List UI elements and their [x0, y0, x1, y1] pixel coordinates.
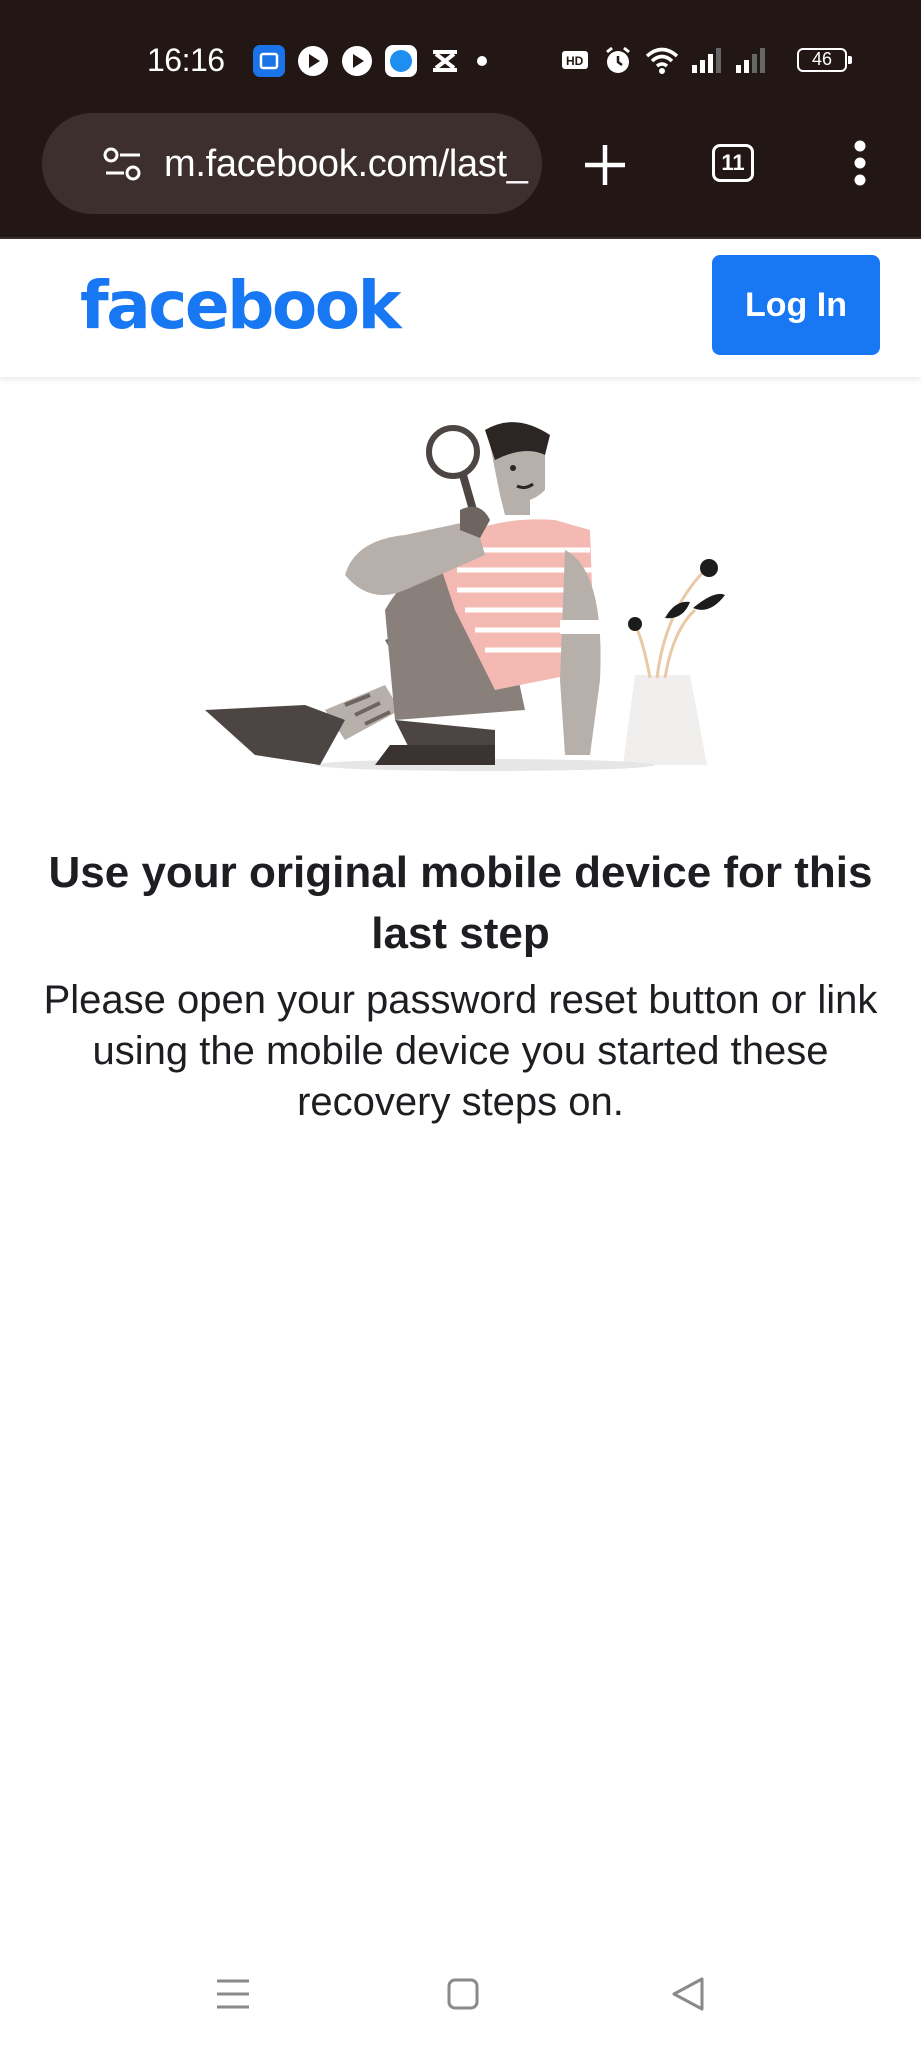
recents-icon[interactable] — [215, 1975, 251, 2015]
capcut-icon — [433, 50, 457, 72]
svg-text:HD: HD — [566, 54, 584, 68]
wifi-icon — [645, 47, 679, 74]
back-icon[interactable] — [670, 1975, 706, 2015]
play-icon — [342, 46, 372, 76]
more-options-icon[interactable] — [852, 138, 868, 188]
dot-icon — [477, 56, 487, 66]
new-tab-icon[interactable] — [580, 140, 630, 190]
play-icon — [298, 46, 328, 76]
flashcard-app-icon — [253, 45, 285, 77]
signal-icon — [736, 48, 765, 73]
login-button[interactable]: Log In — [712, 255, 880, 355]
messenger-icon — [385, 45, 417, 77]
address-bar[interactable]: m.facebook.com/last_ — [42, 113, 542, 214]
site-settings-icon[interactable] — [102, 145, 144, 185]
home-icon[interactable] — [446, 1975, 480, 2015]
site-header: facebook Log In — [0, 239, 921, 377]
person-with-magnifier-illustration — [205, 422, 725, 771]
system-navigation-bar — [0, 1950, 921, 2048]
volte-icon: HD — [562, 51, 588, 69]
browser-toolbar: m.facebook.com/last_ 11 — [0, 110, 921, 239]
url-text[interactable]: m.facebook.com/last_ — [164, 143, 528, 186]
tab-switcher-button[interactable]: 11 — [712, 144, 754, 182]
battery-indicator: 46 — [797, 48, 852, 72]
page-title: Use your original mobile device for this… — [48, 848, 873, 958]
status-bar: 16:16 HD 46 — [0, 0, 921, 110]
alarm-icon — [606, 46, 630, 73]
facebook-logo[interactable]: facebook — [80, 267, 401, 344]
instructions-text: Please open your password reset button o… — [43, 978, 878, 1124]
notification-icons — [252, 44, 492, 78]
system-icons: HD — [560, 44, 768, 76]
signal-icon — [692, 48, 721, 73]
status-time: 16:16 — [147, 42, 225, 78]
